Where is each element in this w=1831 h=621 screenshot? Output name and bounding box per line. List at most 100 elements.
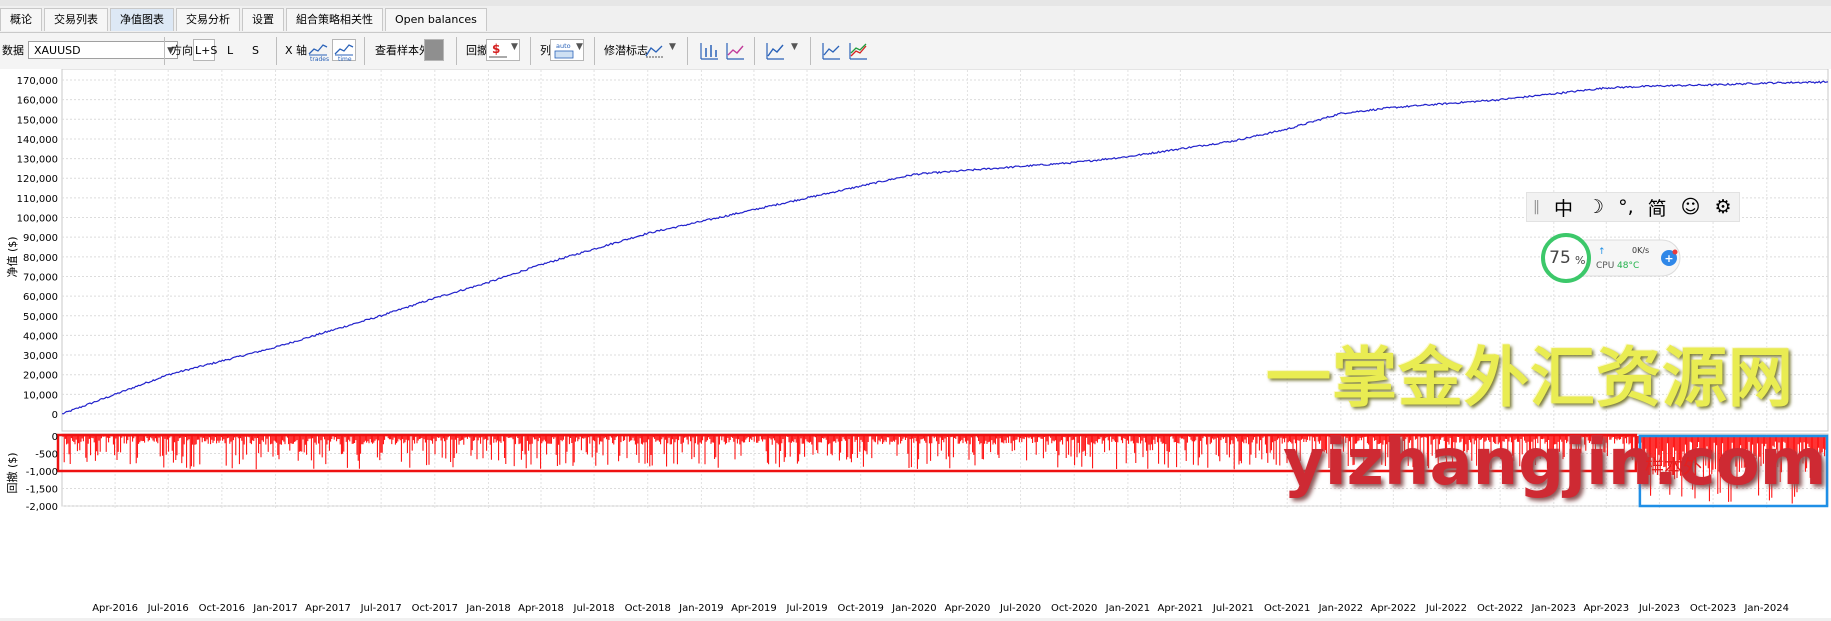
equity-axis-label: 净值 ($) xyxy=(5,236,19,277)
equity-y-tick-label: 50,000 xyxy=(23,312,58,323)
cpu-temp: 48°C xyxy=(1617,261,1639,271)
drawdown-y-tick-label: -2,000 xyxy=(26,502,58,513)
x-tick-label: Jul-2018 xyxy=(573,603,615,614)
xaxis-trades-icon[interactable]: trades xyxy=(307,40,329,62)
separator xyxy=(687,37,688,65)
x-tick-label: Jul-2021 xyxy=(1212,603,1254,614)
symbol-select[interactable]: XAUUSD ▼ xyxy=(28,41,178,59)
moon-icon[interactable]: ☽ xyxy=(1587,196,1604,218)
bar-chart-icon[interactable] xyxy=(698,40,720,62)
multi-series-icon[interactable] xyxy=(847,40,869,62)
direction-long-button[interactable]: L xyxy=(227,41,233,61)
equity-y-tick-label: 20,000 xyxy=(23,371,58,382)
tab-4[interactable]: 设置 xyxy=(242,8,284,31)
ime-chinese-mode[interactable]: 中 xyxy=(1554,194,1573,221)
direction-short-button[interactable]: S xyxy=(252,41,259,61)
chevron-down-icon[interactable]: ▼ xyxy=(576,42,583,52)
drawdown-y-tick-label: 0 xyxy=(52,432,58,443)
equity-y-tick-label: 80,000 xyxy=(23,253,58,264)
cpu-widget-graphic: 75 % ↑ 0K/s CPU 48°C + xyxy=(1541,233,1681,283)
equity-y-tick-label: 150,000 xyxy=(17,115,58,126)
benchmark-label: 修潜标志 xyxy=(604,44,648,57)
x-tick-label: Oct-2023 xyxy=(1690,603,1736,614)
separator xyxy=(754,37,755,65)
plus-icon: + xyxy=(1664,252,1673,265)
separator xyxy=(456,37,457,65)
x-tick-label: Oct-2021 xyxy=(1264,603,1310,614)
window-top-strip xyxy=(0,0,1831,6)
x-tick-label: Jul-2023 xyxy=(1638,603,1680,614)
x-tick-label: Apr-2017 xyxy=(305,603,351,614)
equity-y-tick-label: 90,000 xyxy=(23,233,58,244)
x-tick-label: Jul-2016 xyxy=(147,603,189,614)
upload-arrow-icon: ↑ xyxy=(1598,247,1606,257)
equity-y-tick-label: 170,000 xyxy=(17,76,58,87)
chevron-down-icon[interactable]: ▼ xyxy=(511,42,518,52)
x-tick-label: Apr-2020 xyxy=(945,603,991,614)
cpu-percent: 75 xyxy=(1549,248,1571,268)
cpu-monitor-widget[interactable]: 75 % ↑ 0K/s CPU 48°C + xyxy=(1540,232,1685,284)
punctuation-icon[interactable]: °, xyxy=(1618,196,1634,218)
x-tick-label: Jan-2017 xyxy=(252,603,297,614)
x-tick-label: Oct-2016 xyxy=(199,603,245,614)
ime-simplified-mode[interactable]: 简 xyxy=(1648,194,1667,221)
tab-0[interactable]: 概论 xyxy=(0,8,42,31)
equity-y-tick-label: 70,000 xyxy=(23,272,58,283)
tab-2[interactable]: 净值图表 xyxy=(110,8,174,31)
equity-y-tick-label: 10,000 xyxy=(23,390,58,401)
dollar-drawdown-icon: $ xyxy=(489,42,507,58)
compare-chart-icon[interactable] xyxy=(820,40,842,62)
gear-icon[interactable]: ⚙ xyxy=(1714,196,1731,218)
xaxis-label: X 轴 xyxy=(285,44,308,57)
cpu-label: CPU xyxy=(1596,261,1614,271)
equity-y-tick-label: 160,000 xyxy=(17,96,58,107)
equity-y-tick-label: 120,000 xyxy=(17,174,58,185)
x-tick-label: Jan-2024 xyxy=(1743,603,1788,614)
separator xyxy=(364,37,365,65)
equity-y-tick-label: 30,000 xyxy=(23,351,58,362)
separator xyxy=(810,37,811,65)
xaxis-time-icon: time xyxy=(334,44,354,62)
x-tick-label: Jul-2022 xyxy=(1425,603,1467,614)
drag-handle-icon[interactable]: ‖ xyxy=(1533,199,1540,215)
watermark-chinese: 一掌金外汇资源网 xyxy=(1266,341,1795,416)
line-chart-icon[interactable] xyxy=(724,40,746,62)
x-tick-label: Jan-2022 xyxy=(1318,603,1363,614)
x-tick-label: Jan-2019 xyxy=(678,603,723,614)
chevron-down-icon[interactable]: ▼ xyxy=(791,42,798,52)
x-tick-label: Jan-2023 xyxy=(1531,603,1576,614)
separator xyxy=(530,37,531,65)
drawdown-y-tick-label: -1,000 xyxy=(26,467,58,478)
x-tick-label: Oct-2017 xyxy=(412,603,458,614)
report-tabs: 概论 交易列表 净值图表 交易分析 设置 組合策略相关性 Open balances xyxy=(0,8,487,32)
equity-toolbar: 数据 XAUUSD ▼ 方向 L+S L S X 轴 trades time 查… xyxy=(0,32,1831,70)
x-tick-label: Jan-2020 xyxy=(891,603,936,614)
equity-y-tick-label: 40,000 xyxy=(23,331,58,342)
watermark-url: yizhangjin.com xyxy=(1283,426,1827,500)
svg-text:$: $ xyxy=(492,42,500,56)
tab-6[interactable]: Open balances xyxy=(385,8,487,31)
x-tick-label: Jan-2021 xyxy=(1105,603,1150,614)
chart-type-icon[interactable] xyxy=(764,40,786,62)
oos-toggle[interactable] xyxy=(424,39,444,61)
equity-y-tick-label: 0 xyxy=(52,410,58,421)
benchmark-icon[interactable] xyxy=(644,40,666,62)
tab-5[interactable]: 組合策略相关性 xyxy=(286,8,383,31)
emoji-icon[interactable]: ☺ xyxy=(1681,196,1701,218)
tab-1[interactable]: 交易列表 xyxy=(44,8,108,31)
symbol-value: XAUUSD xyxy=(34,44,81,57)
chevron-down-icon[interactable]: ▼ xyxy=(669,42,676,52)
equity-y-tick-label: 130,000 xyxy=(17,155,58,166)
x-tick-label: Oct-2018 xyxy=(625,603,671,614)
out-of-sample-tag: 样本外 xyxy=(1645,456,1703,478)
x-tick-label: Jul-2019 xyxy=(785,603,827,614)
xaxis-time-text: time xyxy=(338,56,352,62)
x-tick-label: Jul-2020 xyxy=(999,603,1041,614)
cpu-percent-sign: % xyxy=(1575,254,1585,267)
separator xyxy=(276,37,277,65)
equity-y-tick-label: 140,000 xyxy=(17,135,58,146)
x-tick-label: Jan-2018 xyxy=(465,603,510,614)
x-tick-label: Oct-2022 xyxy=(1477,603,1523,614)
x-tick-label: Oct-2020 xyxy=(1051,603,1097,614)
tab-3[interactable]: 交易分析 xyxy=(176,8,240,31)
